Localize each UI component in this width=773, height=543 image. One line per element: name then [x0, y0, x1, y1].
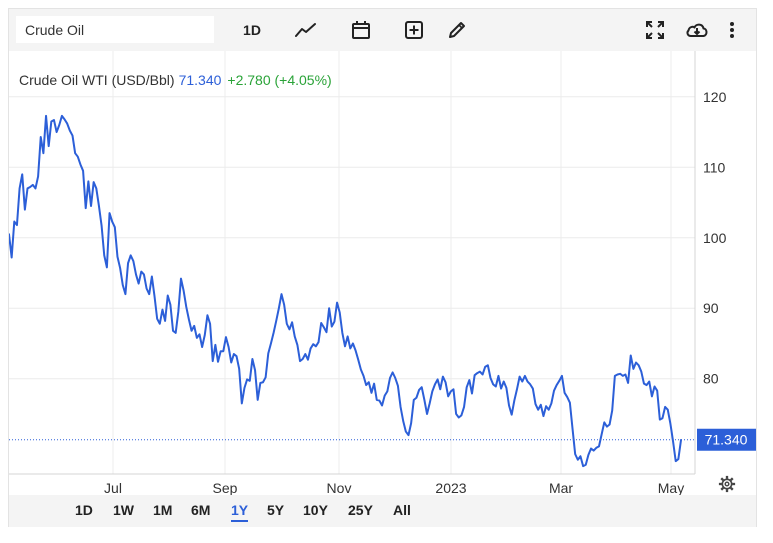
range-button-1m[interactable]: 1M: [153, 502, 172, 518]
x-tick-label: 2023: [435, 480, 466, 495]
chart-legend: Crude Oil WTI (USD/Bbl) 71.340 +2.780 (+4.…: [19, 72, 332, 88]
symbol-search-input[interactable]: [16, 16, 214, 43]
legend-price: 71.340: [178, 72, 222, 88]
cloud-download-icon: [686, 23, 708, 37]
chart-toolbar: 1D: [9, 9, 756, 51]
plus-box-icon: [405, 21, 423, 39]
more-options-button[interactable]: [725, 17, 739, 43]
legend-symbol-name: Crude Oil WTI (USD/Bbl): [19, 72, 175, 88]
range-button-1d[interactable]: 1D: [75, 502, 93, 518]
chart-area: Jul Sep Nov 2023 Mar May 80 90 100 110 120 71.340 C…: [9, 51, 756, 495]
add-indicator-button[interactable]: [402, 17, 426, 43]
y-tick-label: 100: [703, 230, 727, 246]
y-tick-label: 120: [703, 89, 727, 105]
range-button-1w[interactable]: 1W: [113, 502, 134, 518]
price-series-line: [9, 114, 682, 468]
gear-icon[interactable]: [718, 475, 736, 493]
range-button-1y[interactable]: 1Y: [231, 502, 249, 522]
date-range-button[interactable]: [349, 17, 373, 43]
range-button-all[interactable]: All: [393, 502, 411, 518]
range-button-25y[interactable]: 25Y: [348, 502, 373, 518]
draw-button[interactable]: [445, 17, 469, 43]
x-tick-label: Nov: [327, 480, 352, 495]
legend-change: +2.780 (+4.05%): [227, 72, 332, 88]
download-button[interactable]: [684, 17, 710, 43]
calendar-icon: [352, 21, 370, 39]
line-chart-icon: [295, 23, 316, 37]
chart-type-button[interactable]: [294, 17, 318, 43]
range-button-5y[interactable]: 5Y: [267, 502, 284, 518]
x-tick-label: Mar: [549, 480, 573, 495]
x-tick-label: May: [658, 480, 684, 495]
x-tick-label: Sep: [213, 480, 238, 495]
interval-button[interactable]: 1D: [239, 17, 265, 43]
more-vertical-icon: [730, 22, 734, 38]
fullscreen-button[interactable]: [643, 17, 667, 43]
y-tick-label: 80: [703, 371, 719, 387]
pencil-icon: [449, 22, 465, 38]
range-selector: 1D 1W 1M 6M 1Y 5Y 10Y 25Y All: [9, 475, 756, 527]
y-tick-label: 90: [703, 300, 719, 316]
last-price-label: 71.340: [705, 432, 748, 448]
y-tick-label: 110: [703, 159, 726, 175]
range-button-10y[interactable]: 10Y: [303, 502, 328, 518]
range-button-6m[interactable]: 6M: [191, 502, 210, 518]
chart-widget: 1D: [8, 8, 757, 527]
price-chart[interactable]: Jul Sep Nov 2023 Mar May 80 90 100 110 120 71.340: [9, 51, 756, 495]
x-tick-label: Jul: [104, 480, 122, 495]
fullscreen-icon: [646, 21, 664, 39]
